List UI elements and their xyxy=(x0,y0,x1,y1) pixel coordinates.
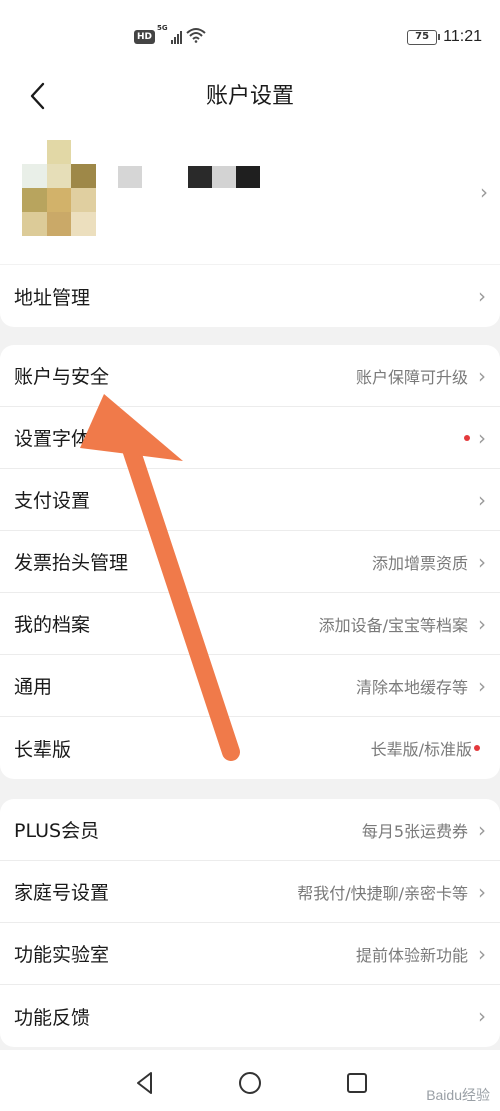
chevron-right-icon: › xyxy=(480,180,488,204)
chevron-right-icon: › xyxy=(478,487,486,512)
list-item[interactable]: 我的档案 添加设备/宝宝等档案 › xyxy=(0,593,500,655)
clock: 11:21 xyxy=(443,28,482,45)
battery-icon: 75 xyxy=(407,29,441,45)
nav-home-button[interactable] xyxy=(235,1068,265,1098)
nav-recents-button[interactable] xyxy=(342,1068,372,1098)
list-item[interactable]: 支付设置 › xyxy=(0,469,500,531)
list-item-hint: 长辈版/标准版 xyxy=(370,740,472,759)
notification-dot xyxy=(464,434,470,441)
chevron-right-icon: › xyxy=(478,284,486,308)
list-item-label: 账户与安全 xyxy=(14,366,110,388)
list-item[interactable]: 地址管理 › xyxy=(0,265,500,327)
system-nav-bar: Baidu经验 xyxy=(0,1050,500,1111)
list-item-label: 支付设置 xyxy=(14,490,91,512)
list-item-label: 地址管理 xyxy=(14,286,91,309)
list-item-label: 设置字体大小 xyxy=(14,428,129,450)
profile-card[interactable]: › xyxy=(0,130,500,264)
list-item-label: 家庭号设置 xyxy=(14,882,110,904)
list-item[interactable]: 功能反馈 › xyxy=(0,985,500,1047)
watermark: Baidu经验 xyxy=(426,1087,490,1103)
list-item-label: 通用 xyxy=(14,676,53,698)
signal-icon: 5G xyxy=(157,24,183,44)
chevron-right-icon: › xyxy=(478,549,486,574)
status-bar: HD 5G 75 11:21 xyxy=(0,0,500,70)
notification-dot xyxy=(474,745,480,751)
circle-home-icon xyxy=(239,1072,261,1094)
list-item-label: PLUS会员 xyxy=(14,820,100,842)
chevron-right-icon: › xyxy=(478,817,486,842)
chevron-right-icon: › xyxy=(478,363,486,388)
list-item[interactable]: 通用 清除本地缓存等 › xyxy=(0,655,500,717)
list-item-label: 功能反馈 xyxy=(14,1006,91,1029)
list-item[interactable]: 发票抬头管理 添加增票资质 › xyxy=(0,531,500,593)
list-item[interactable]: 长辈版 长辈版/标准版 xyxy=(0,717,500,779)
square-recents-icon xyxy=(347,1073,367,1093)
list-item[interactable]: 账户与安全 账户保障可升级 › xyxy=(0,345,500,407)
settings-group-3: PLUS会员 每月5张运费券 › 家庭号设置 帮我付/快捷聊/亲密卡等 › 功能… xyxy=(0,799,500,1047)
chevron-right-icon: › xyxy=(478,941,486,966)
avatar xyxy=(22,140,96,236)
list-item-label: 我的档案 xyxy=(14,614,91,636)
list-item-label: 发票抬头管理 xyxy=(14,552,129,574)
settings-group-2: 账户与安全 账户保障可升级 › 设置字体大小 › 支付设置 › 发票抬头管理 添… xyxy=(0,345,500,779)
chevron-right-icon: › xyxy=(478,611,486,636)
list-item-hint: 账户保障可升级 xyxy=(355,367,468,387)
list-item-hint: 提前体验新功能 xyxy=(355,945,468,965)
hd-badge: HD xyxy=(134,30,156,44)
list-item[interactable]: 功能实验室 提前体验新功能 › xyxy=(0,923,500,985)
list-item-label: 功能实验室 xyxy=(14,944,110,966)
list-item[interactable]: PLUS会员 每月5张运费券 › xyxy=(0,799,500,861)
username-redacted xyxy=(118,166,260,188)
list-item[interactable]: 设置字体大小 › xyxy=(0,407,500,469)
status-left-icons: HD 5G xyxy=(134,24,206,48)
chevron-right-icon: › xyxy=(478,425,486,450)
list-item-hint: 添加设备/宝宝等档案 xyxy=(318,615,468,635)
nav-back-button[interactable] xyxy=(130,1068,160,1098)
settings-group-1: 地址管理 › xyxy=(0,265,500,327)
list-item-hint: 每月5张运费券 xyxy=(361,821,468,841)
page-title: 账户设置 xyxy=(205,84,294,109)
list-item-hint: 添加增票资质 xyxy=(371,553,468,573)
chevron-right-icon: › xyxy=(478,879,486,904)
chevron-right-icon: › xyxy=(478,673,486,698)
list-item-hint: 清除本地缓存等 xyxy=(355,677,468,697)
list-item[interactable]: 家庭号设置 帮我付/快捷聊/亲密卡等 › xyxy=(0,861,500,923)
triangle-back-icon xyxy=(137,1072,152,1094)
wifi-icon xyxy=(186,27,206,47)
network-type: 5G xyxy=(157,24,168,32)
status-right: 75 11:21 xyxy=(407,26,482,48)
list-item-label: 长辈版 xyxy=(14,738,72,761)
chevron-right-icon: › xyxy=(478,1004,486,1028)
list-item-hint: 帮我付/快捷聊/亲密卡等 xyxy=(297,883,468,903)
nav-header: 账户设置 xyxy=(0,70,500,130)
